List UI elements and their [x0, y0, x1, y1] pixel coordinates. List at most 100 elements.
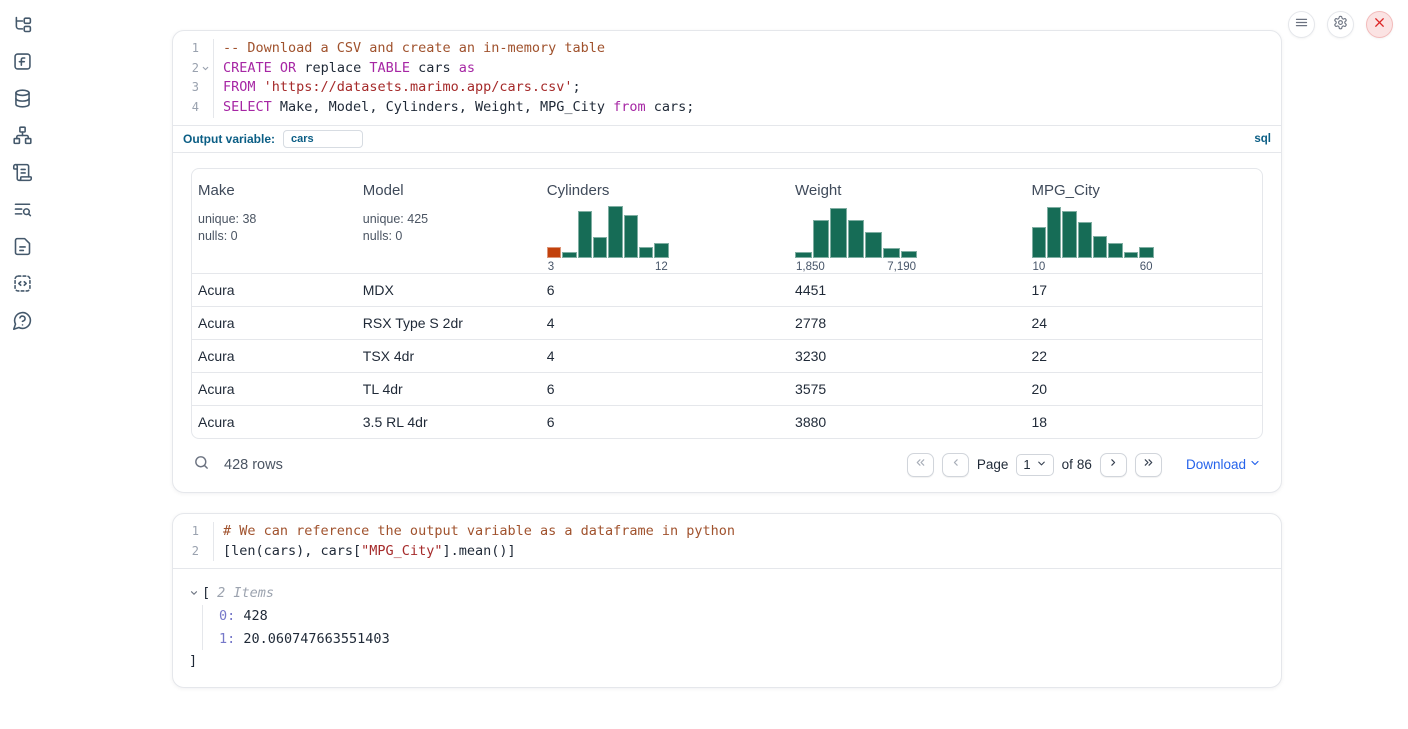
- histogram-bar: [593, 237, 607, 258]
- histogram-bar: [1062, 211, 1076, 258]
- sidebar-item-variables[interactable]: [11, 53, 33, 75]
- page-label: Page: [977, 457, 1009, 472]
- fold-gutter: [199, 39, 211, 59]
- first-page-button[interactable]: [907, 453, 934, 477]
- line-number: 1: [173, 39, 199, 59]
- entry-key: 0:: [219, 608, 235, 624]
- line-number: 3: [173, 78, 199, 98]
- table-row[interactable]: Acura3.5 RL 4dr6388018: [192, 405, 1262, 438]
- data-table: Makeunique: 38nulls: 0Modelunique: 425nu…: [191, 168, 1263, 439]
- histogram-axis-labels: 1,8507,190: [795, 261, 917, 273]
- python-code-editor[interactable]: 1# We can reference the output variable …: [173, 514, 1281, 568]
- column-name[interactable]: Weight: [795, 182, 1019, 199]
- code-text: SELECT Make, Model, Cylinders, Weight, M…: [213, 98, 1281, 118]
- sidebar-item-files[interactable]: [11, 16, 33, 38]
- column-histogram[interactable]: 1060: [1032, 206, 1154, 273]
- column-histogram[interactable]: 1,8507,190: [795, 206, 917, 273]
- last-page-button[interactable]: [1135, 453, 1162, 477]
- sql-cell: 1 -- Download a CSV and create an in-memo…: [172, 30, 1282, 493]
- sidebar: [0, 0, 44, 334]
- help-bubble-icon: [12, 310, 33, 336]
- chevron-down-icon: [189, 588, 199, 598]
- sidebar-item-dependencies[interactable]: [11, 127, 33, 149]
- close-button[interactable]: [1366, 11, 1393, 38]
- table-row[interactable]: AcuraTSX 4dr4323022: [192, 339, 1262, 372]
- histogram-bar: [1108, 243, 1122, 258]
- next-page-button[interactable]: [1100, 453, 1127, 477]
- sidebar-item-scratchpad[interactable]: [11, 164, 33, 186]
- output-list-header[interactable]: [ 2 Items: [189, 583, 1265, 603]
- sidebar-item-chat[interactable]: [11, 312, 33, 334]
- table-row[interactable]: AcuraRSX Type S 2dr4277824: [192, 306, 1262, 339]
- search-icon: [193, 454, 210, 476]
- sidebar-item-datasources[interactable]: [11, 90, 33, 112]
- line-number: 2: [173, 59, 199, 79]
- table-row[interactable]: AcuraMDX6445117: [192, 273, 1262, 306]
- of-label: of: [1062, 457, 1073, 472]
- row-count: 428 rows: [224, 457, 283, 473]
- chevrons-right-icon: [1142, 456, 1155, 474]
- fold-gutter: [199, 522, 211, 542]
- search-button[interactable]: [193, 454, 210, 476]
- table-cell: 4: [541, 348, 789, 364]
- chevron-left-icon: [949, 456, 962, 474]
- line-number: 1: [173, 522, 199, 542]
- code-text: -- Download a CSV and create an in-memor…: [213, 39, 1281, 59]
- page-select-value: 1: [1023, 457, 1030, 472]
- python-cell: 1# We can reference the output variable …: [172, 513, 1282, 688]
- open-bracket: [: [202, 583, 210, 603]
- chevron-down-icon: [1249, 457, 1261, 472]
- table-cell: 6: [541, 414, 789, 430]
- table-cell: Acura: [192, 315, 357, 331]
- column-name[interactable]: Cylinders: [547, 182, 783, 199]
- prev-page-button[interactable]: [942, 453, 969, 477]
- output-variable-input[interactable]: [283, 130, 363, 148]
- table-cell: 6: [541, 282, 789, 298]
- table-cell: TSX 4dr: [357, 348, 541, 364]
- table-cell: 3.5 RL 4dr: [357, 414, 541, 430]
- entry-value: 428: [235, 608, 268, 624]
- notebook: 1 -- Download a CSV and create an in-memo…: [172, 30, 1282, 688]
- histogram-bar: [848, 220, 865, 257]
- sql-output-area: Makeunique: 38nulls: 0Modelunique: 425nu…: [173, 152, 1281, 492]
- fold-chevron-icon[interactable]: [199, 59, 211, 79]
- close-icon: [1372, 15, 1387, 35]
- function-square-icon: [12, 51, 33, 77]
- table-header: Makeunique: 38nulls: 0Modelunique: 425nu…: [192, 169, 1262, 273]
- histogram-bar: [813, 220, 830, 257]
- table-cell: 24: [1026, 315, 1263, 331]
- menu-button[interactable]: [1288, 11, 1315, 38]
- chevron-right-icon: [1107, 456, 1120, 474]
- code-line: 3 FROM 'https://datasets.marimo.app/cars.…: [173, 78, 1281, 98]
- download-label: Download: [1186, 457, 1246, 472]
- table-cell: 2778: [789, 315, 1025, 331]
- output-list-entry: 0: 428: [219, 605, 1265, 628]
- page-select[interactable]: 1: [1016, 454, 1053, 476]
- histogram-bar: [1139, 247, 1153, 257]
- top-right-controls: [1288, 11, 1393, 38]
- column-name[interactable]: Model: [363, 182, 535, 199]
- line-number: 2: [173, 542, 199, 562]
- sidebar-item-documentation[interactable]: [11, 238, 33, 260]
- sidebar-item-snippets[interactable]: [11, 275, 33, 297]
- sql-code-editor[interactable]: 1 -- Download a CSV and create an in-memo…: [173, 31, 1281, 125]
- table-cell: 20: [1026, 381, 1263, 397]
- histogram-bar: [865, 232, 882, 258]
- line-number: 4: [173, 98, 199, 118]
- output-variable-row: Output variable: sql: [173, 125, 1281, 152]
- table-cell: 17: [1026, 282, 1263, 298]
- settings-button[interactable]: [1327, 11, 1354, 38]
- table-row[interactable]: AcuraTL 4dr6357520: [192, 372, 1262, 405]
- table-cell: TL 4dr: [357, 381, 541, 397]
- download-button[interactable]: Download: [1186, 457, 1261, 472]
- sidebar-item-logs[interactable]: [11, 201, 33, 223]
- column-name[interactable]: Make: [198, 182, 351, 199]
- column-name[interactable]: MPG_City: [1032, 182, 1257, 199]
- code-line: 1 -- Download a CSV and create an in-memo…: [173, 39, 1281, 59]
- code-text: FROM 'https://datasets.marimo.app/cars.c…: [213, 78, 1281, 98]
- table-cell: 3575: [789, 381, 1025, 397]
- table-cell: Acura: [192, 414, 357, 430]
- column-histogram[interactable]: 312: [547, 206, 669, 273]
- table-cell: 22: [1026, 348, 1263, 364]
- pagination: Page 1 of 86: [907, 453, 1261, 477]
